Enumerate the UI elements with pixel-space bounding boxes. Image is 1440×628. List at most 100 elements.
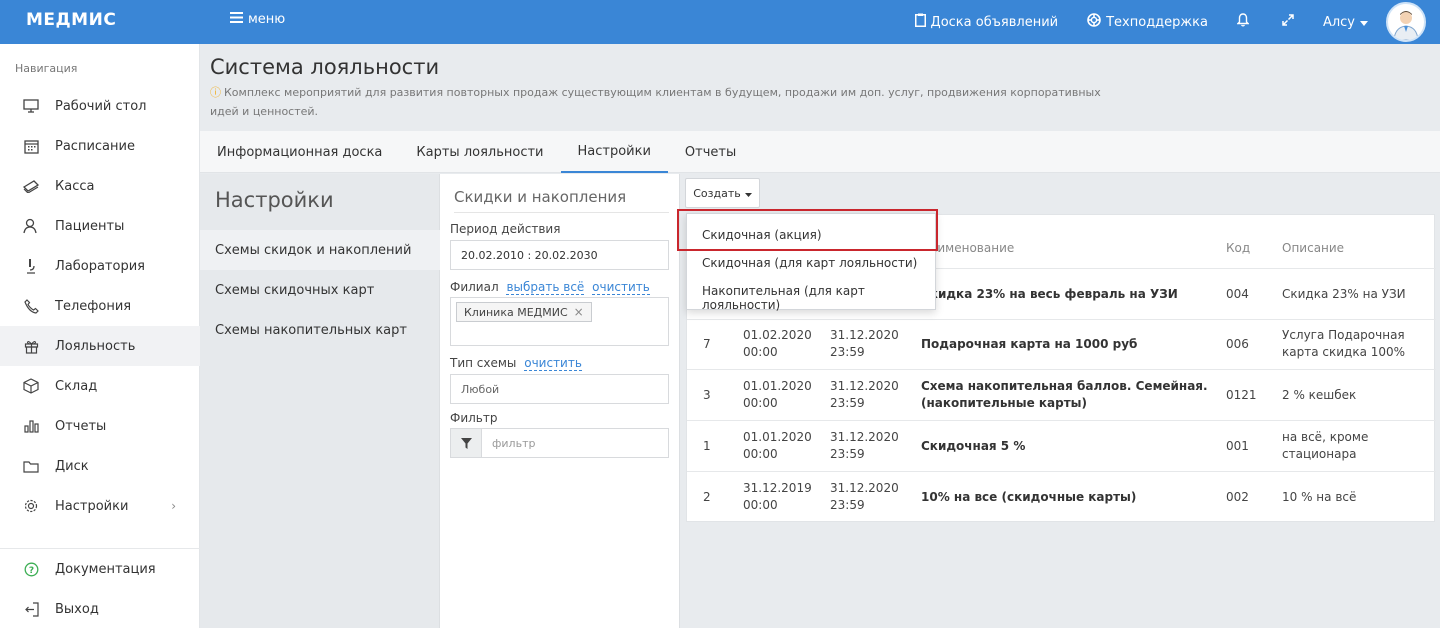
support-label: Техподдержка [1106, 14, 1208, 30]
sidebar-item-warehouse[interactable]: Склад [0, 366, 200, 406]
period-label: Период действия [450, 222, 561, 236]
dropdown-item-accumulative-loyalty[interactable]: Накопительная (для карт лояльности) [702, 284, 935, 312]
row-description: Скидка 23% на УЗИ [1282, 287, 1406, 301]
settings-links: Схемы скидок и накоплений Схемы скидочны… [200, 230, 440, 350]
scheme-type-label-row: Тип схемы очистить [450, 356, 582, 371]
row-id: 1 [703, 439, 711, 453]
row-description: на всё, кроме стационара [1282, 430, 1369, 461]
filter-input[interactable]: фильтр [450, 428, 669, 458]
column-header-description[interactable]: Описание [1282, 241, 1344, 255]
row-description: Услуга Подарочная карта скидка 100% [1282, 328, 1406, 359]
clipboard-icon [914, 13, 926, 31]
sidebar-item-patients[interactable]: Пациенты [0, 206, 200, 246]
row-code: 002 [1226, 490, 1249, 504]
settings-link-discount-schemes[interactable]: Схемы скидок и накоплений [200, 230, 440, 270]
table-row[interactable]: 7 01.02.2020 00:00 31.12.2020 23:59 Подаро… [687, 319, 1436, 370]
row-end-date: 31.12.2020 [830, 328, 899, 342]
sidebar-item-disk[interactable]: Диск [0, 446, 200, 486]
row-end-time: 23:59 [830, 396, 865, 410]
row-id: 3 [703, 388, 711, 402]
row-name: Схема накопительная баллов. Семейная. (н… [921, 379, 1208, 410]
notifications-button[interactable] [1236, 13, 1250, 31]
svg-text:?: ? [28, 566, 33, 576]
row-start: 01.01.2020 00:00 [743, 378, 823, 412]
fullscreen-button[interactable] [1282, 14, 1294, 30]
highlight-box [677, 209, 938, 251]
row-id: 7 [703, 337, 711, 351]
expand-icon [1282, 14, 1294, 30]
sidebar-item-label: Лояльность [55, 338, 136, 354]
tab-settings[interactable]: Настройки [560, 131, 668, 173]
sidebar-item-label: Рабочий стол [55, 98, 147, 114]
row-description: 10 % на всё [1282, 490, 1357, 504]
dropdown-item-discount-loyalty[interactable]: Скидочная (для карт лояльности) [702, 256, 917, 270]
sidebar-item-desktop[interactable]: Рабочий стол [0, 86, 200, 126]
tab-reports[interactable]: Отчеты [668, 131, 753, 173]
tabs: Информационная доска Карты лояльности На… [200, 131, 1440, 173]
branch-tag-label: Клиника МЕДМИС [464, 305, 568, 319]
menu-button[interactable]: меню [230, 12, 285, 27]
clear-branch-link[interactable]: очистить [592, 280, 650, 295]
cash-icon [22, 177, 40, 195]
sidebar-item-logout[interactable]: Выход [0, 589, 200, 628]
scheme-type-select[interactable]: Любой [450, 374, 669, 404]
sidebar-item-cash[interactable]: Касса [0, 166, 200, 206]
calendar-icon [22, 137, 40, 155]
create-button[interactable]: Создать [685, 178, 760, 208]
branch-tag: Клиника МЕДМИС × [456, 302, 592, 322]
sidebar-item-label: Диск [55, 458, 89, 474]
settings-link-discount-card-schemes[interactable]: Схемы скидочных карт [200, 270, 440, 310]
row-start: 01.01.2020 00:00 [743, 429, 823, 463]
user-name: Алсу [1322, 14, 1355, 30]
filter-panel: Скидки и накопления Период действия 20.0… [440, 174, 680, 628]
caret-down-icon [744, 187, 752, 200]
row-code: 006 [1226, 337, 1249, 351]
sidebar-item-docs[interactable]: ? Документация [0, 549, 200, 589]
sidebar-item-label: Выход [55, 601, 99, 617]
avatar[interactable] [1386, 2, 1426, 42]
gift-icon [22, 337, 40, 355]
lifebuoy-icon [1087, 13, 1101, 31]
nav-bottom: ? Документация Выход [0, 548, 200, 628]
clear-scheme-type-link[interactable]: очистить [524, 356, 582, 371]
app-logo[interactable]: МЕДМИС [26, 10, 116, 30]
user-menu[interactable]: Алсу [1323, 15, 1368, 30]
support-link[interactable]: Техподдержка [1087, 13, 1208, 31]
row-code: 004 [1226, 287, 1249, 301]
column-header-code[interactable]: Код [1226, 241, 1250, 255]
sidebar-item-label: Настройки [55, 498, 129, 514]
board-link[interactable]: Доска объявлений [914, 13, 1059, 31]
row-end: 31.12.2020 23:59 [830, 327, 910, 361]
sidebar-item-reports[interactable]: Отчеты [0, 406, 200, 446]
sidebar-item-loyalty[interactable]: Лояльность [0, 326, 200, 366]
period-input[interactable]: 20.02.2010 : 20.02.2030 [450, 240, 669, 270]
row-end-date: 31.12.2020 [830, 430, 899, 444]
nav-list: Рабочий стол Расписание Касса Пациенты Л… [0, 86, 200, 526]
chevron-right-icon: › [171, 499, 176, 513]
tab-loyalty-cards[interactable]: Карты лояльности [399, 131, 560, 173]
table-row[interactable]: 1 01.01.2020 00:00 31.12.2020 23:59 Скидоч… [687, 421, 1436, 472]
row-start-date: 01.01.2020 [743, 379, 812, 393]
table-row[interactable]: 3 01.01.2020 00:00 31.12.2020 23:59 Схема … [687, 370, 1436, 421]
row-end-time: 23:59 [830, 498, 865, 512]
row-end: 31.12.2020 23:59 [830, 429, 910, 463]
sidebar-item-telephony[interactable]: Телефония [0, 286, 200, 326]
settings-link-accumulative-card-schemes[interactable]: Схемы накопительных карт [200, 310, 440, 350]
table-row[interactable]: 2 31.12.2019 00:00 31.12.2020 23:59 10% на… [687, 472, 1436, 523]
close-icon[interactable]: × [574, 305, 584, 319]
bell-icon [1236, 13, 1250, 31]
sidebar-item-lab[interactable]: Лаборатория [0, 246, 200, 286]
sidebar-item-schedule[interactable]: Расписание [0, 126, 200, 166]
sidebar-item-settings[interactable]: Настройки › [0, 486, 200, 526]
chart-icon [22, 417, 40, 435]
branch-label: Филиал [450, 280, 499, 294]
board-label: Доска объявлений [930, 14, 1059, 30]
menu-icon [230, 12, 243, 27]
logout-icon [22, 600, 40, 618]
branch-select[interactable]: Клиника МЕДМИС × [450, 297, 669, 346]
tab-info-board[interactable]: Информационная доска [200, 131, 399, 173]
microscope-icon [22, 257, 40, 275]
select-all-link[interactable]: выбрать всё [506, 280, 585, 295]
sidebar: Навигация Рабочий стол Расписание Касса … [0, 44, 200, 628]
settings-title: Настройки [215, 188, 334, 212]
